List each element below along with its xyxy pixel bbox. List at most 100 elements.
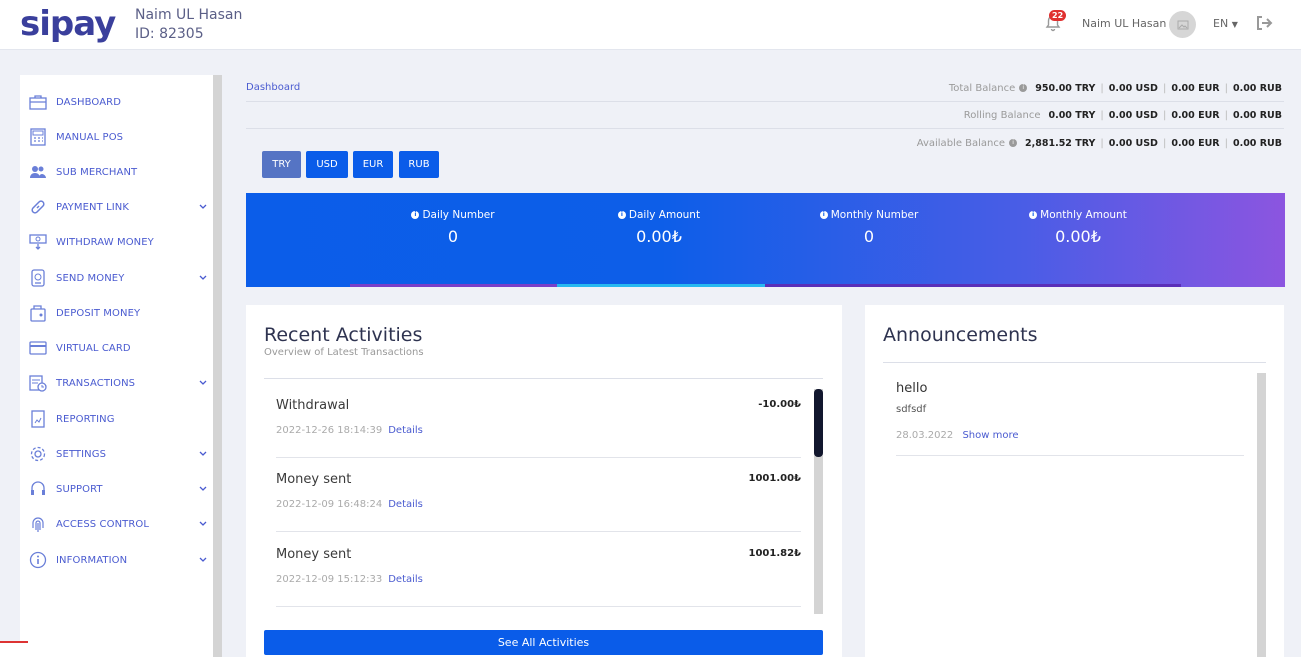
sidebar-item-manual-pos[interactable]: MANUAL POS (28, 127, 208, 147)
details-link[interactable]: Details (388, 425, 423, 436)
announcements-title: Announcements (883, 324, 1038, 346)
balance-label: Rolling Balance (963, 109, 1041, 121)
stats-banner: i Daily Number 0 i Daily Amount 0.00₺ i Mon… (246, 193, 1285, 287)
chevron-down-icon (199, 451, 207, 456)
users-icon (28, 162, 48, 182)
divider (883, 362, 1266, 363)
sidebar-item-deposit-money[interactable]: DEPOSIT MONEY (28, 303, 208, 323)
list-item: Money sent 1001.82₺ 2022-12-09 15:12:33 D… (276, 532, 801, 607)
language-label: EN (1213, 17, 1229, 30)
announcements-scrollbar[interactable] (1257, 373, 1266, 657)
stat-value: 0 (863, 227, 875, 246)
stat-indicator-active (557, 284, 765, 287)
balance-rub: 0.00 RUB (1232, 82, 1282, 94)
activity-amount: 1001.00₺ (748, 473, 801, 484)
balance-usd: 0.00 USD (1108, 109, 1158, 121)
language-select[interactable]: EN ▼ (1213, 17, 1238, 30)
balance-eur: 0.00 EUR (1171, 109, 1220, 121)
user-name: Naim UL Hasan (135, 7, 243, 23)
sidebar-item-dashboard[interactable]: DASHBOARD (28, 92, 208, 112)
currency-try-button[interactable]: TRY (262, 151, 301, 178)
sidebar-item-information[interactable]: INFORMATION (28, 550, 208, 570)
sipay-logo[interactable]: sipay (20, 4, 116, 44)
sidebar-item-label: SUPPORT (56, 483, 103, 495)
sidebar-item-withdraw-money[interactable]: WITHDRAW MONEY (28, 232, 208, 252)
corner-widget[interactable] (0, 641, 28, 657)
logout-icon[interactable] (1255, 14, 1273, 32)
sidebar-item-access-control[interactable]: ACCESS CONTROL (28, 514, 208, 534)
sidebar-item-settings[interactable]: SETTINGS (28, 444, 208, 464)
recent-activities-card: Recent Activities Overview of Latest Tra… (246, 305, 842, 657)
stat-indicator (765, 284, 1181, 287)
balance-usd: 0.00 USD (1108, 137, 1158, 149)
sidebar-item-label: SEND MONEY (56, 272, 125, 284)
stat-monthly-number: i Monthly Number 0 (806, 209, 932, 246)
fingerprint-icon (28, 514, 48, 534)
balance-label: Total Balance (948, 82, 1016, 94)
sidebar-item-transactions[interactable]: TRANSACTIONS (28, 373, 208, 393)
activities-scrollbar[interactable] (814, 389, 823, 614)
activity-title: Money sent (276, 472, 352, 487)
notification-badge: 22 (1049, 10, 1067, 21)
sidebar-item-sub-merchant[interactable]: SUB MERCHANT (28, 162, 208, 182)
activity-title: Withdrawal (276, 398, 350, 413)
activity-date: 2022-12-26 18:14:39 (276, 425, 383, 436)
balance-eur: 0.00 EUR (1171, 137, 1220, 149)
stat-value: 0.00₺ (1055, 227, 1101, 246)
sidebar-item-send-money[interactable]: SEND MONEY (28, 268, 208, 288)
sidebar-item-label: DASHBOARD (56, 96, 122, 108)
headset-icon (28, 479, 48, 499)
image-icon (1177, 20, 1188, 29)
show-more-link[interactable]: Show more (962, 430, 1018, 441)
credit-card-icon (28, 338, 48, 358)
chevron-down-icon (199, 380, 207, 385)
info-icon: i (1029, 211, 1038, 219)
sidebar-item-label: WITHDRAW MONEY (56, 236, 154, 248)
balance-rub: 0.00 RUB (1232, 109, 1282, 121)
sidebar-item-label: REPORTING (56, 413, 115, 425)
recent-activities-subtitle: Overview of Latest Transactions (264, 347, 424, 358)
avatar[interactable] (1169, 11, 1196, 38)
sidebar-item-virtual-card[interactable]: VIRTUAL CARD (28, 338, 208, 358)
transactions-icon (28, 373, 48, 393)
sidebar-scrollbar[interactable] (213, 75, 222, 657)
stat-label: Daily Amount (628, 209, 701, 221)
total-balance-row: Total Balance i 950.00 TRY | 0.00 USD | 0.… (948, 82, 1282, 94)
balance-try: 950.00 TRY (1035, 82, 1096, 94)
stat-label: Monthly Number (830, 209, 919, 221)
info-icon: i (1019, 84, 1028, 92)
see-all-activities-button[interactable]: See All Activities (264, 630, 823, 655)
chevron-down-icon (199, 557, 207, 562)
balance-eur: 0.00 EUR (1171, 82, 1220, 94)
briefcase-icon (28, 92, 48, 112)
currency-usd-button[interactable]: USD (306, 151, 348, 178)
account-name[interactable]: Naim UL Hasan (1082, 17, 1166, 30)
chevron-down-icon (199, 486, 207, 491)
details-link[interactable]: Details (388, 499, 423, 510)
sidebar-item-reporting[interactable]: REPORTING (28, 409, 208, 429)
wallet-icon (28, 303, 48, 323)
sidebar-item-payment-link[interactable]: PAYMENT LINK (28, 197, 208, 217)
announcements-card: Announcements hello sdfsdf 28.03.2022 Sh… (865, 305, 1284, 657)
chevron-down-icon (199, 521, 207, 526)
divider (246, 101, 1284, 102)
sidebar: DASHBOARD MANUAL POS SUB MERCHANT PAYMEN… (20, 75, 213, 657)
top-header: sipay Naim UL Hasan ID: 82305 22 Naim UL… (0, 0, 1301, 50)
scrollbar-thumb[interactable] (814, 389, 823, 457)
balance-try: 0.00 TRY (1048, 109, 1096, 121)
breadcrumb[interactable]: Dashboard (246, 82, 300, 93)
user-id: ID: 82305 (135, 26, 204, 42)
currency-rub-button[interactable]: RUB (399, 151, 439, 178)
currency-eur-button[interactable]: EUR (353, 151, 393, 178)
divider (246, 128, 1284, 129)
balance-usd: 0.00 USD (1108, 82, 1158, 94)
sidebar-item-label: INFORMATION (56, 554, 128, 566)
activities-list[interactable]: Withdrawal -10.00₺ 2022-12-26 18:14:39 De… (264, 383, 813, 615)
activity-title: Money sent (276, 547, 352, 562)
sidebar-item-support[interactable]: SUPPORT (28, 479, 208, 499)
sidebar-item-label: MANUAL POS (56, 131, 124, 143)
details-link[interactable]: Details (388, 574, 423, 585)
report-icon (28, 409, 48, 429)
divider (264, 378, 823, 379)
sidebar-item-label: DEPOSIT MONEY (56, 307, 141, 319)
